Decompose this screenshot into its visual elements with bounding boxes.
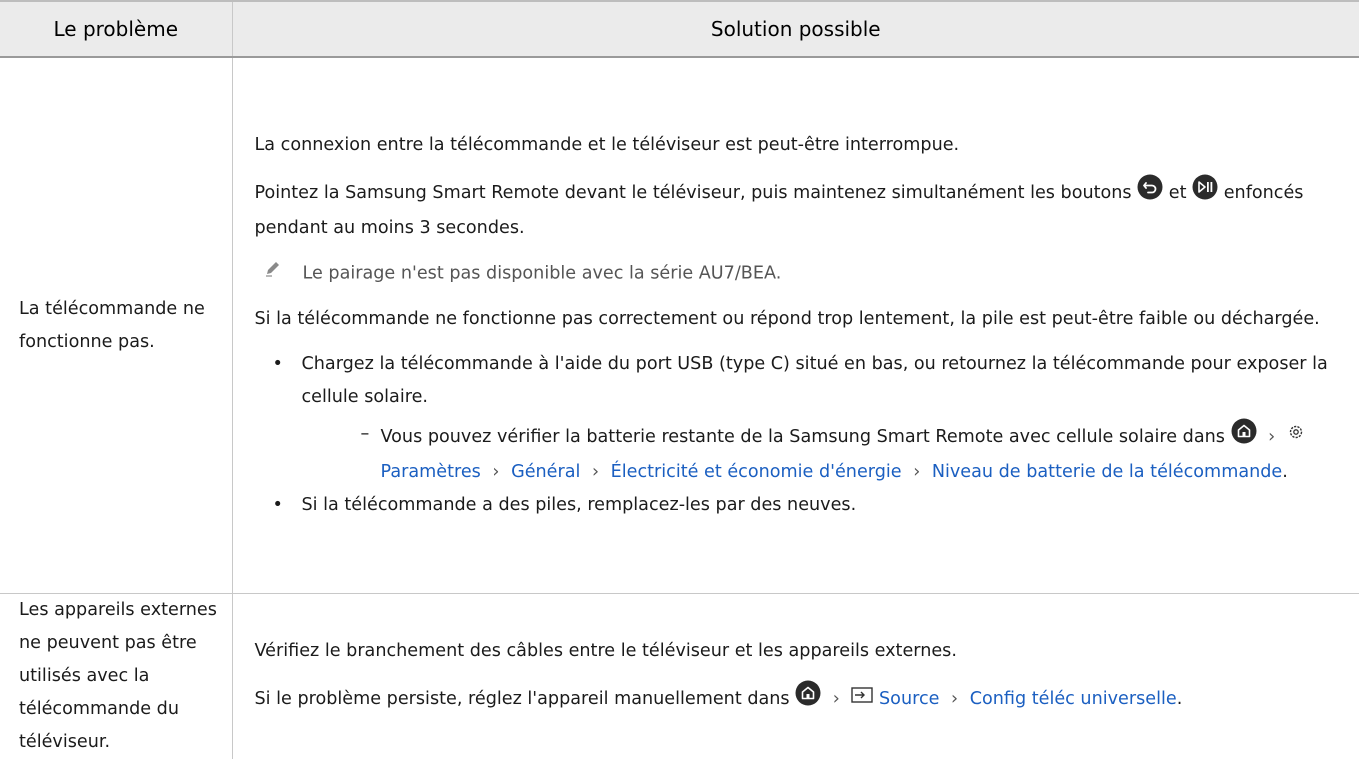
source-input-icon — [851, 683, 873, 716]
problem-text: Les appareils externes ne peuvent pas êt… — [19, 600, 217, 752]
note: Le pairage n'est pas disponible avec la … — [255, 257, 1344, 291]
header-problem: Le problème — [0, 1, 232, 57]
period: . — [1282, 462, 1288, 482]
sub-item-text: Vous pouvez vérifier la batterie restant… — [381, 427, 1225, 447]
chevron-right-icon: › — [1268, 427, 1275, 447]
bullet-text: Chargez la télécommande à l'aide du port… — [302, 354, 1328, 407]
menu-path-source[interactable]: Source — [879, 689, 939, 709]
menu-path-universal-remote[interactable]: Config téléc universelle — [970, 689, 1177, 709]
table-header-row: Le problème Solution possible — [0, 1, 1359, 57]
back-button-icon — [1137, 174, 1163, 212]
solution-paragraph: La connexion entre la télécommande et le… — [255, 129, 1344, 162]
table-row: Les appareils externes ne peuvent pas êt… — [0, 594, 1359, 759]
chevron-right-icon: › — [913, 462, 920, 482]
chevron-right-icon: › — [592, 462, 599, 482]
play-pause-button-icon — [1192, 174, 1218, 212]
home-icon — [795, 680, 821, 718]
list-item: Chargez la télécommande à l'aide du port… — [255, 348, 1344, 489]
bullet-list: Chargez la télécommande à l'aide du port… — [255, 348, 1344, 522]
paragraph-text: Si le problème persiste, réglez l'appare… — [255, 689, 790, 709]
solution-paragraph: Vérifiez le branchement des câbles entre… — [255, 635, 1344, 668]
solution-paragraph: Pointez la Samsung Smart Remote devant l… — [255, 174, 1344, 245]
solution-cell: La connexion entre la télécommande et le… — [232, 57, 1359, 594]
bullet-text: Si la télécommande a des piles, remplace… — [302, 495, 857, 515]
header-solution: Solution possible — [232, 1, 1359, 57]
menu-path-settings[interactable]: Paramètres — [381, 462, 481, 482]
problem-cell: Les appareils externes ne peuvent pas êt… — [0, 594, 232, 759]
problem-cell: La télécommande ne fonctionne pas. — [0, 57, 232, 594]
list-item: Si la télécommande a des piles, remplace… — [255, 489, 1344, 522]
pencil-note-icon — [263, 257, 285, 290]
period: . — [1177, 689, 1183, 709]
gear-icon — [1287, 420, 1305, 453]
chevron-right-icon: › — [951, 689, 958, 709]
chevron-right-icon: › — [833, 689, 840, 709]
paragraph-text: Pointez la Samsung Smart Remote devant l… — [255, 183, 1132, 203]
sub-list-item: – Vous pouvez vérifier la batterie resta… — [302, 418, 1344, 489]
problem-text: La télécommande ne fonctionne pas. — [19, 299, 205, 352]
menu-path-remote-battery[interactable]: Niveau de batterie de la télécommande — [932, 462, 1282, 482]
note-text: Le pairage n'est pas disponible avec la … — [303, 264, 782, 284]
menu-path-power-energy[interactable]: Électricité et économie d'énergie — [611, 462, 902, 482]
table-row: La télécommande ne fonctionne pas. La co… — [0, 57, 1359, 594]
dash-marker: – — [361, 418, 370, 451]
solution-paragraph: Si la télécommande ne fonctionne pas cor… — [255, 303, 1344, 336]
chevron-right-icon: › — [492, 462, 499, 482]
menu-path-general[interactable]: Général — [511, 462, 580, 482]
paragraph-text: et — [1169, 183, 1187, 203]
solution-cell: Vérifiez le branchement des câbles entre… — [232, 594, 1359, 759]
home-icon — [1231, 418, 1257, 456]
troubleshooting-table: Le problème Solution possible La télécom… — [0, 0, 1359, 759]
solution-paragraph: Si le problème persiste, réglez l'appare… — [255, 680, 1344, 718]
